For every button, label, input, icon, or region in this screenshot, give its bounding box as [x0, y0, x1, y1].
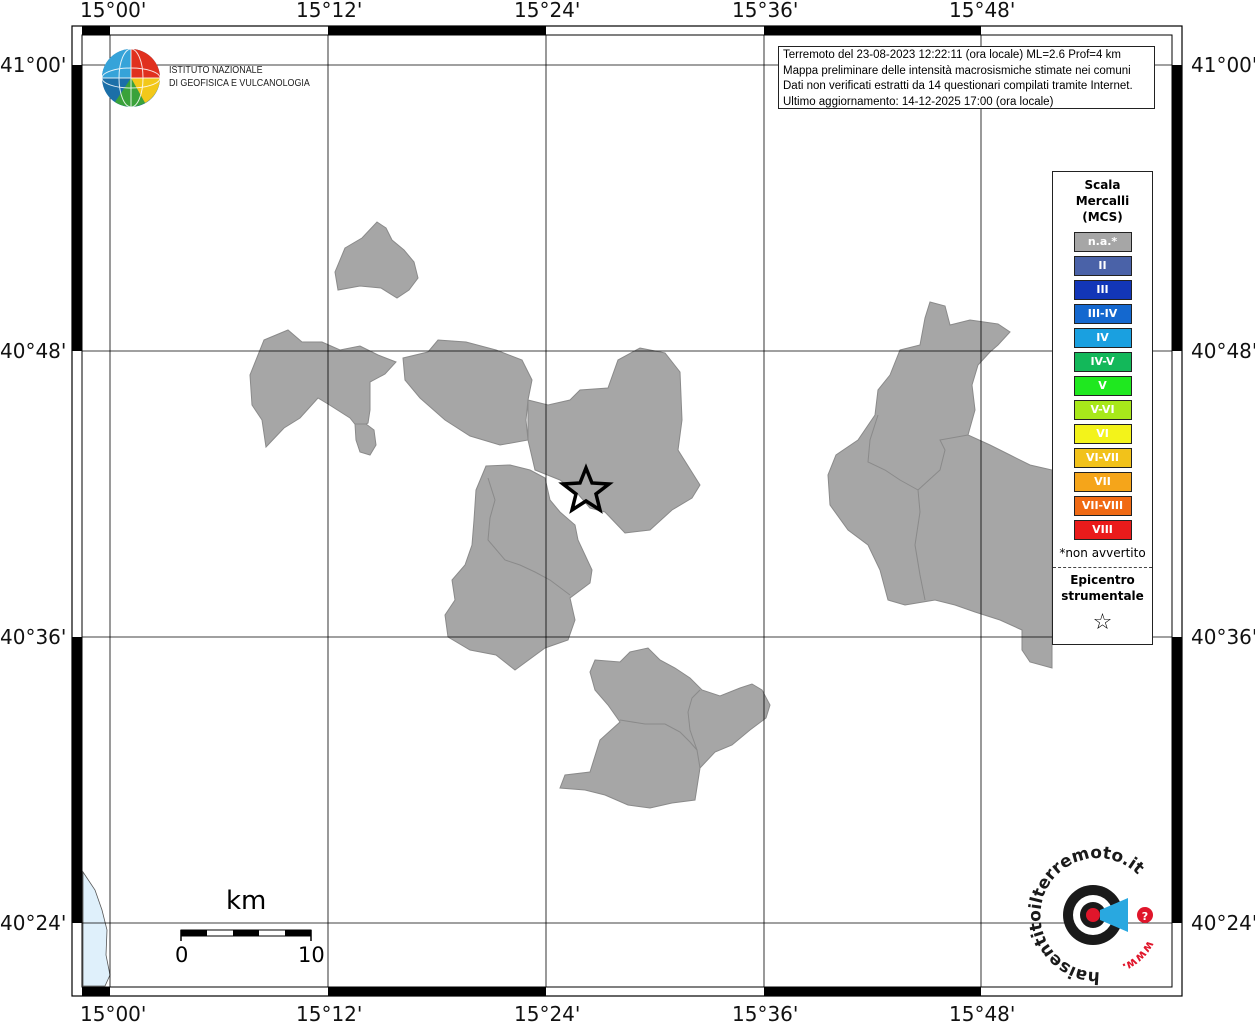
lon-label-bottom-4: 15°36'	[732, 1002, 798, 1024]
legend-title: Scala Mercalli (MCS)	[1053, 177, 1152, 225]
lat-label-right-1: 41°00'	[1191, 53, 1255, 77]
legend-item: VI	[1073, 424, 1132, 444]
region-west-1	[249, 329, 397, 449]
lat-label-left-1: 41°00'	[0, 53, 66, 77]
legend-item: VIII	[1073, 520, 1132, 540]
lon-label-bottom-5: 15°48'	[949, 1002, 1015, 1024]
legend-item: III-IV	[1073, 304, 1132, 324]
legend-item: IV	[1073, 328, 1132, 348]
ingv-logo-text: ISTITUTO NAZIONALE DI GEOFISICA E VULCAN…	[169, 64, 310, 90]
region-west-2	[402, 339, 533, 446]
svg-text:www.: www.	[1120, 939, 1157, 975]
legend-item: V	[1073, 376, 1132, 396]
legend-item: VII-VIII	[1073, 496, 1132, 516]
region-north-isolated	[334, 221, 419, 299]
region-center-south	[444, 464, 593, 671]
legend-title-line-3: (MCS)	[1082, 210, 1123, 224]
legend-item: III	[1073, 280, 1132, 300]
scale-start: 0	[175, 943, 189, 967]
svg-text:?: ?	[1142, 910, 1148, 923]
legend-title-line-2: Mercalli	[1075, 194, 1130, 208]
region-south-east	[559, 647, 771, 809]
lon-label-top-5: 15°48'	[949, 0, 1015, 22]
info-line-1: Terremoto del 23-08-2023 12:22:11 (ora l…	[783, 49, 1121, 61]
event-info-box: Terremoto del 23-08-2023 12:22:11 (ora l…	[778, 46, 1155, 109]
lat-label-left-3: 40°36'	[0, 625, 66, 649]
legend-items: n.a.* II III III-IV IV IV-V V V-VI VI VI-VII VII VI…	[1053, 232, 1152, 540]
haisentito-badge: ? haisentitoilterremoto.it www.	[1025, 843, 1157, 987]
legend-epicenter-line-2: strumentale	[1061, 589, 1144, 603]
lat-label-right-2: 40°48'	[1191, 339, 1255, 363]
lon-label-bottom-2: 15°12'	[296, 1002, 362, 1024]
info-line-4: Ultimo aggiornamento: 14-12-2025 17:00 (…	[783, 95, 1054, 108]
municipality-regions	[249, 221, 1053, 809]
star-icon: ☆	[1092, 610, 1113, 635]
lat-label-left-2: 40°48'	[0, 339, 66, 363]
www-text: www.	[1120, 939, 1157, 975]
legend-item: V-VI	[1073, 400, 1132, 420]
lat-label-left-4: 40°24'	[0, 911, 66, 935]
ingv-logo-icon	[101, 48, 161, 108]
info-line-3: Dati non verificati estratti da 14 quest…	[783, 80, 1133, 92]
scale-unit: km	[226, 886, 267, 916]
legend-item: II	[1073, 256, 1132, 276]
legend-item: IV-V	[1073, 352, 1132, 372]
region-east	[827, 301, 1053, 669]
lat-label-right-4: 40°24'	[1191, 911, 1255, 935]
legend-title-line-1: Scala	[1084, 178, 1121, 192]
info-line-2: Mappa preliminare delle intensità macros…	[783, 64, 1131, 77]
legend-item: n.a.*	[1073, 232, 1132, 252]
lon-label-top-4: 15°36'	[732, 0, 798, 22]
lat-label-right-3: 40°36'	[1191, 625, 1255, 649]
legend-divider	[1053, 567, 1152, 568]
ingv-line-1: ISTITUTO NAZIONALE	[169, 64, 263, 76]
lon-label-top-2: 15°12'	[296, 0, 362, 22]
legend-note: *non avvertito	[1059, 546, 1146, 560]
scale-bar	[180, 929, 312, 941]
scale-end: 10	[298, 943, 325, 967]
lon-label-top-1: 15°00'	[80, 0, 146, 22]
legend-item: VI-VII	[1073, 448, 1132, 468]
legend-epicenter-line-1: Epicentro	[1070, 573, 1135, 587]
lon-label-bottom-1: 15°00'	[80, 1002, 146, 1024]
lon-label-bottom-3: 15°24'	[514, 1002, 580, 1024]
ingv-line-2: DI GEOFISICA E VULCANOLOGIA	[169, 77, 310, 89]
legend-item: VII	[1073, 472, 1132, 492]
sea-area	[82, 870, 111, 987]
legend-epicenter-label: Epicentro strumentale	[1053, 572, 1152, 604]
region-west-island	[354, 423, 377, 456]
lon-label-top-3: 15°24'	[514, 0, 580, 22]
mcs-legend: Scala Mercalli (MCS) n.a.* II III III-IV IV I…	[1052, 171, 1153, 645]
